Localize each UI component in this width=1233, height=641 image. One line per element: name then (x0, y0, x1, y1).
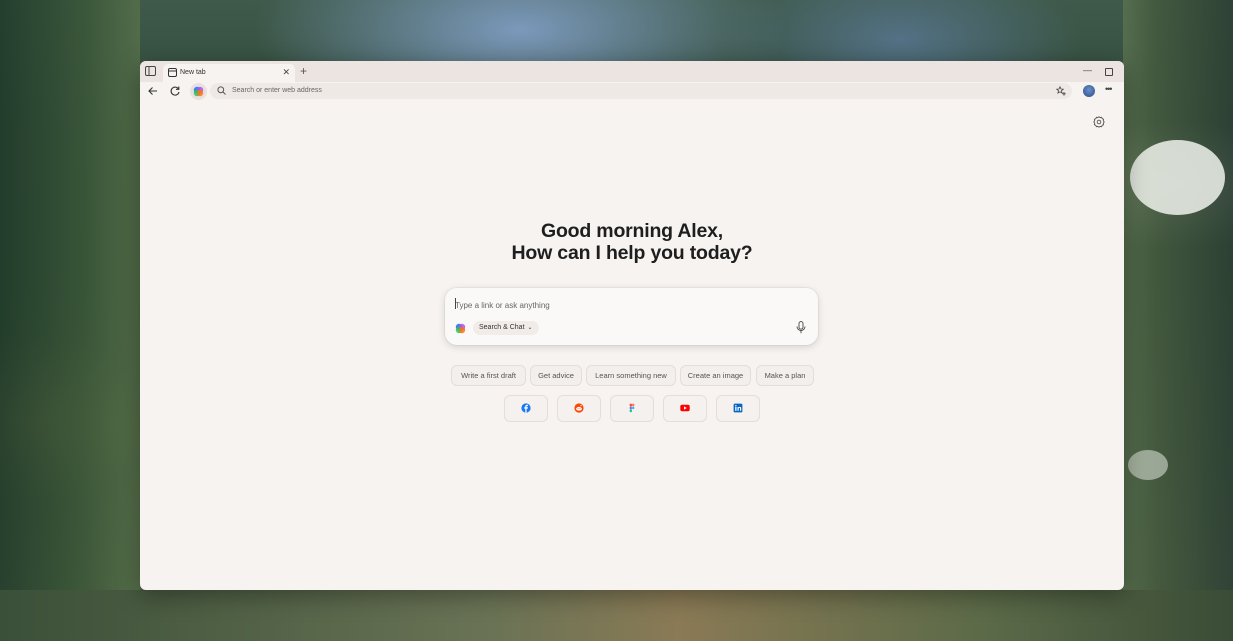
new-tab-page: Good morning Alex, How can I help you to… (140, 101, 1124, 590)
copilot-logo-icon (193, 86, 204, 97)
facebook-icon (521, 403, 531, 413)
chat-composer: Search & Chat⌄ (445, 288, 818, 345)
suggestion-chip[interactable]: Write a first draft (451, 365, 526, 386)
greeting-heading: Good morning Alex, How can I help you to… (140, 220, 1124, 264)
navigation-toolbar: Search or enter web address ••• (140, 82, 1124, 101)
reddit-icon (574, 403, 584, 413)
suggestion-chip[interactable]: Make a plan (756, 365, 814, 386)
chevron-down-icon: ⌄ (527, 325, 533, 331)
copilot-logo-icon (455, 323, 466, 334)
mode-label: Search & Chat (479, 324, 525, 331)
site-shortcuts (140, 395, 1124, 422)
profile-avatar[interactable] (1083, 85, 1095, 97)
linkedin-icon (733, 403, 743, 413)
tab-title: New tab (180, 69, 206, 76)
close-tab-icon[interactable]: ✕ (282, 67, 290, 78)
wallpaper-bottom (0, 590, 1233, 641)
wallpaper-left (0, 0, 140, 641)
minimize-icon[interactable]: — (1083, 65, 1092, 75)
greeting-line-2: How can I help you today? (511, 242, 753, 264)
shortcut-youtube[interactable] (663, 395, 707, 422)
suggestion-chip[interactable]: Learn something new (586, 365, 676, 386)
shortcut-figma[interactable] (610, 395, 654, 422)
tab-bar: New tab ✕ + — (140, 61, 1124, 82)
wallpaper-flower (1128, 450, 1168, 480)
wallpaper-flower (1130, 140, 1225, 215)
new-tab-page-icon (168, 68, 177, 77)
shortcut-facebook[interactable] (504, 395, 548, 422)
sidebar-toggle-icon[interactable] (145, 66, 156, 76)
figma-icon (629, 403, 635, 413)
browser-window: New tab ✕ + — Search or enter web addres… (140, 61, 1124, 590)
tab-new-tab[interactable]: New tab ✕ (163, 64, 295, 82)
suggestion-chip[interactable]: Create an image (680, 365, 751, 386)
search-icon (217, 86, 226, 95)
reload-icon[interactable] (169, 85, 181, 97)
address-bar-placeholder: Search or enter web address (232, 87, 322, 94)
restore-window-icon[interactable] (1105, 68, 1113, 76)
suggestion-chips: Write a first draft Get advice Learn som… (140, 365, 1124, 386)
page-settings-gear-icon[interactable] (1093, 116, 1105, 128)
add-favorite-icon[interactable] (1056, 86, 1066, 96)
youtube-icon (680, 404, 690, 412)
greeting-line-1: Good morning Alex, (540, 220, 723, 242)
copilot-button[interactable] (190, 83, 207, 100)
more-options-icon[interactable]: ••• (1105, 84, 1113, 94)
text-cursor (455, 298, 456, 309)
wallpaper-right (1123, 0, 1233, 641)
new-tab-button[interactable]: + (300, 64, 307, 78)
suggestion-chip[interactable]: Get advice (530, 365, 582, 386)
shortcut-reddit[interactable] (557, 395, 601, 422)
shortcut-linkedin[interactable] (716, 395, 760, 422)
address-bar[interactable]: Search or enter web address (210, 83, 1072, 99)
mode-dropdown[interactable]: Search & Chat ⌄ (473, 321, 539, 335)
back-arrow-icon[interactable] (147, 85, 159, 97)
ask-anything-input[interactable] (455, 298, 785, 312)
microphone-icon[interactable] (796, 321, 806, 334)
